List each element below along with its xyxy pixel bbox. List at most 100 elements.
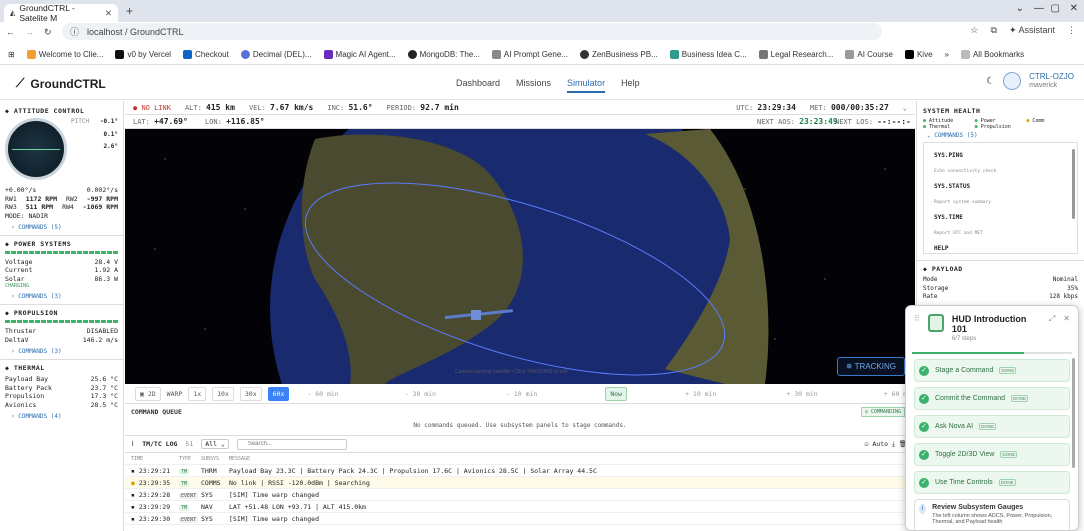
back-icon[interactable]: ← (6, 27, 15, 37)
nav-missions[interactable]: Missions (516, 78, 551, 93)
tracking-button[interactable]: ✵ TRACKING (836, 357, 905, 376)
type-badge: TM (179, 468, 190, 475)
view-toggle-button[interactable]: ▣ 2D (135, 386, 161, 401)
bookmark-item[interactable]: Decimal (DEL)... (240, 49, 312, 59)
expand-icon[interactable]: ⤢ (1049, 314, 1055, 324)
bookmark-item[interactable]: v0 by Vercel (115, 49, 171, 59)
sys-ping-command[interactable]: SYS.PING (934, 152, 1077, 159)
scrollbar[interactable] (1072, 358, 1075, 468)
all-bookmarks-button[interactable]: All Bookmarks (960, 49, 1024, 59)
url-text: localhost / GroundCTRL (87, 26, 184, 37)
bookmark-label: AI Course (857, 49, 893, 59)
bookmark-item[interactable]: ZenBusiness PB... (579, 49, 658, 59)
auto-scroll-checkbox[interactable]: ☑ Auto ⤓ 🗑 (865, 440, 907, 449)
sys-time-command[interactable]: SYS.TIME (934, 214, 1077, 221)
hud-step[interactable]: ✓ Toggle 2D/3D View DONE (914, 443, 1070, 466)
log-search-input[interactable] (236, 438, 347, 450)
table-row[interactable]: ▪ 23:29:29 TM NAV LAT +51.48 LON +93.71 | A… (125, 501, 915, 513)
drag-handle-icon[interactable]: ⠿ (914, 314, 920, 323)
propulsion-commands-link[interactable]: › COMMANDS (3) (11, 348, 118, 355)
warp-60x-button[interactable]: 60x (267, 386, 290, 401)
sys-status-command[interactable]: SYS.STATUS (934, 183, 1077, 190)
apps-icon[interactable]: ⊞ (8, 50, 15, 59)
close-icon[interactable]: ✕ (1063, 314, 1070, 323)
hud-step[interactable]: ✓ Use Time Controls DONE (914, 471, 1070, 494)
more-bookmarks-icon[interactable]: » (945, 50, 949, 59)
deltav-row: DeltaV 146.2 m/s (5, 336, 118, 345)
done-badge: DONE (979, 423, 997, 430)
forward-icon[interactable]: → (25, 27, 34, 37)
help-command[interactable]: HELP (934, 245, 1077, 252)
nav-dashboard[interactable]: Dashboard (456, 78, 500, 93)
warp-10x-button[interactable]: 10x (212, 386, 234, 401)
check-icon: ✓ (919, 449, 929, 460)
attitude-commands-link[interactable]: › COMMANDS (5) (11, 224, 118, 231)
table-row[interactable]: ▪ 23:29:28 EVENT SYS [SIM] Time warp change… (125, 489, 915, 501)
close-window-icon[interactable]: ✕ (1070, 3, 1078, 14)
commands-label: COMMANDS (4) (18, 413, 62, 420)
table-row[interactable]: ▪ 23:29:21 TM THRM Payload Bay 23.3C | Batt… (125, 465, 915, 477)
hud-step-description: The left column shows ADCS, Power, Propu… (932, 513, 1053, 525)
next-los-label: NEXT LOS: (835, 118, 873, 126)
hud-step[interactable]: ✓ Stage a Command DONE (914, 359, 1070, 382)
app-logo-text: GroundCTRL (30, 76, 106, 91)
log-filter-select[interactable]: All ⌄ (201, 439, 229, 449)
bookmark-item[interactable]: Checkout (183, 49, 229, 59)
url-field[interactable]: ⓘ localhost / GroundCTRL (62, 23, 882, 40)
tab-title: GroundCTRL - Satelite M (19, 3, 75, 23)
bookmark-item[interactable]: Magic AI Agent... (323, 49, 396, 59)
chevron-down-icon[interactable]: ⌄ (1016, 3, 1024, 14)
bookmark-item[interactable]: AI Prompt Gene... (491, 49, 568, 59)
command-queue-panel: COMMAND QUEUE ◎ COMMANDING No commands q… (125, 404, 915, 436)
bookmark-item[interactable]: Business Idea C... (669, 49, 747, 59)
scrollbar[interactable] (1072, 149, 1075, 219)
timeline-now-marker[interactable]: Now (605, 386, 628, 401)
app-logo[interactable]: ⟋ GroundCTRL (16, 76, 106, 91)
table-row[interactable]: ▪ 23:29:30 EVENT SYS [SIM] Time warp change… (125, 513, 915, 525)
command-queue-title: COMMAND QUEUE (131, 408, 182, 416)
globe-viewport[interactable]: Camera tracking satellite • Click TRACKI… (125, 129, 915, 384)
nav-help[interactable]: Help (621, 78, 640, 93)
thermal-commands-link[interactable]: › COMMANDS (4) (11, 413, 118, 420)
info-icon[interactable]: ⓘ (70, 25, 79, 38)
system-commands-link[interactable]: ⌄ COMMANDS (5) (927, 132, 1078, 139)
thermal-value: 25.6 °C (90, 375, 118, 383)
reload-icon[interactable]: ↻ (44, 27, 52, 38)
nav-simulator[interactable]: Simulator (567, 78, 606, 93)
bookmark-item[interactable]: Legal Research... (758, 49, 833, 59)
hud-header: ⠿ HUD Introduction 101 6/7 steps ⤢ ✕ (906, 306, 1078, 352)
bookmark-item[interactable]: AI Course (845, 49, 893, 59)
rate-value: +0.00°/s (5, 186, 37, 194)
bookmark-item[interactable]: Welcome to Clie... (26, 49, 103, 59)
reaction-wheel-row: RW1 1172 RPM RW2 -997 RPM (5, 195, 118, 204)
extensions-icon[interactable]: ⧉ (991, 25, 997, 36)
hud-step[interactable]: ✓ Commit the Command DONE (914, 387, 1070, 410)
user-menu[interactable]: ☾ CTRL-OZJO maverick (986, 72, 1074, 90)
new-tab-icon[interactable]: + (126, 4, 133, 18)
hud-step-current[interactable]: i Review Subsystem Gauges The left colum… (914, 499, 1070, 530)
commanding-button[interactable]: ◎ COMMANDING (860, 407, 905, 417)
power-commands-link[interactable]: › COMMANDS (3) (11, 293, 118, 300)
minimize-icon[interactable]: — (1034, 3, 1044, 14)
browser-tab[interactable]: ◭ GroundCTRL - Satelite M ✕ (4, 3, 118, 23)
warp-30x-button[interactable]: 30x (239, 386, 262, 401)
hud-step[interactable]: ✓ Ask Nova AI DONE (914, 415, 1070, 438)
moon-icon[interactable]: ☾ (986, 76, 995, 87)
telemetry-bar: ● NO LINK ALT: 415 km VEL: 7.67 km/s INC… (125, 101, 915, 115)
telemetry-collapse-icon[interactable]: ⌄ (903, 104, 907, 112)
assistant-button[interactable]: ✦ Assistant (1009, 25, 1055, 36)
menu-icon[interactable]: ⋮ (1067, 25, 1076, 36)
warp-1x-button[interactable]: 1x (188, 386, 207, 401)
maximize-icon[interactable]: ▢ (1051, 3, 1060, 14)
inc-value: 51.6° (348, 103, 373, 112)
log-subsys: SYS (201, 514, 213, 523)
thermal-section-title: ◆ THERMAL (5, 364, 45, 372)
bookmark-item[interactable]: Kive (904, 49, 933, 59)
table-row[interactable]: ● 23:29:35 TM COMMS No link | RSSI -120.0dB… (125, 477, 915, 489)
hud-step-label: Ask Nova AI (935, 423, 974, 430)
bookmark-item[interactable]: MongoDB: The... (407, 49, 480, 59)
close-tab-icon[interactable]: ✕ (105, 8, 112, 19)
rw-value: 511 RPM (25, 203, 54, 211)
checklist-icon (927, 314, 944, 332)
star-icon[interactable]: ☆ (970, 25, 978, 36)
